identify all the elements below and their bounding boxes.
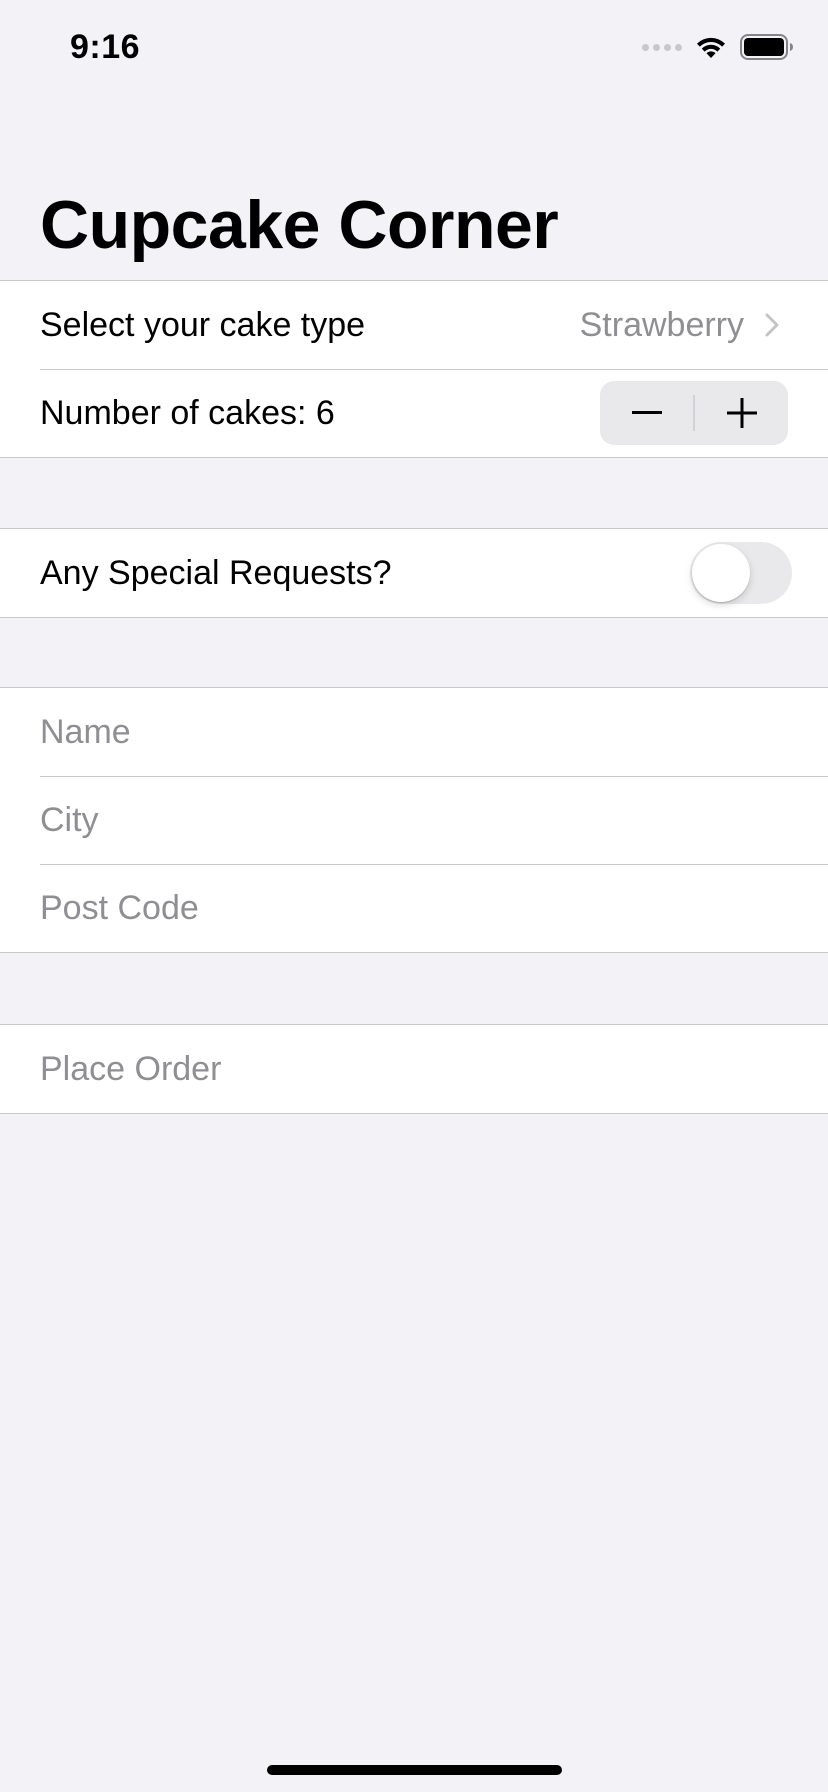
special-requests-label: Any Special Requests? [40,553,392,592]
cake-type-label: Select your cake type [40,305,366,344]
decrement-button[interactable] [600,381,693,445]
city-row [0,776,828,864]
place-order-button[interactable]: Place Order [0,1025,828,1113]
city-field[interactable] [40,800,780,840]
cake-type-value: Strawberry [579,305,744,344]
cake-type-picker[interactable]: Select your cake type Strawberry [0,281,828,369]
name-field[interactable] [40,712,780,752]
special-requests-row: Any Special Requests? [0,529,828,617]
increment-button[interactable] [695,381,788,445]
name-row [0,688,828,776]
plus-icon [726,398,757,428]
wifi-icon [697,37,725,58]
page-title: Cupcake Corner [40,187,559,263]
post-code-field[interactable] [40,888,780,928]
post-code-row [0,864,828,952]
quantity-stepper[interactable] [600,381,788,445]
chevron-right-icon [752,305,792,345]
special-requests-toggle[interactable] [690,542,792,604]
special-requests-section: Any Special Requests? [0,528,828,618]
address-section [0,687,828,953]
quantity-label: Number of cakes: 6 [40,393,335,432]
battery-icon [740,34,793,60]
home-indicator[interactable] [267,1765,562,1775]
checkout-section: Place Order [0,1024,828,1114]
minus-icon [631,411,662,414]
status-icons [642,34,794,60]
order-section: Select your cake type Strawberry Number … [0,280,828,458]
toggle-knob [692,544,750,602]
status-bar: 9:16 [0,0,828,100]
quantity-row: Number of cakes: 6 [0,369,828,457]
cellular-signal-icon [642,43,682,51]
place-order-label: Place Order [40,1049,222,1088]
status-time: 9:16 [70,28,141,66]
